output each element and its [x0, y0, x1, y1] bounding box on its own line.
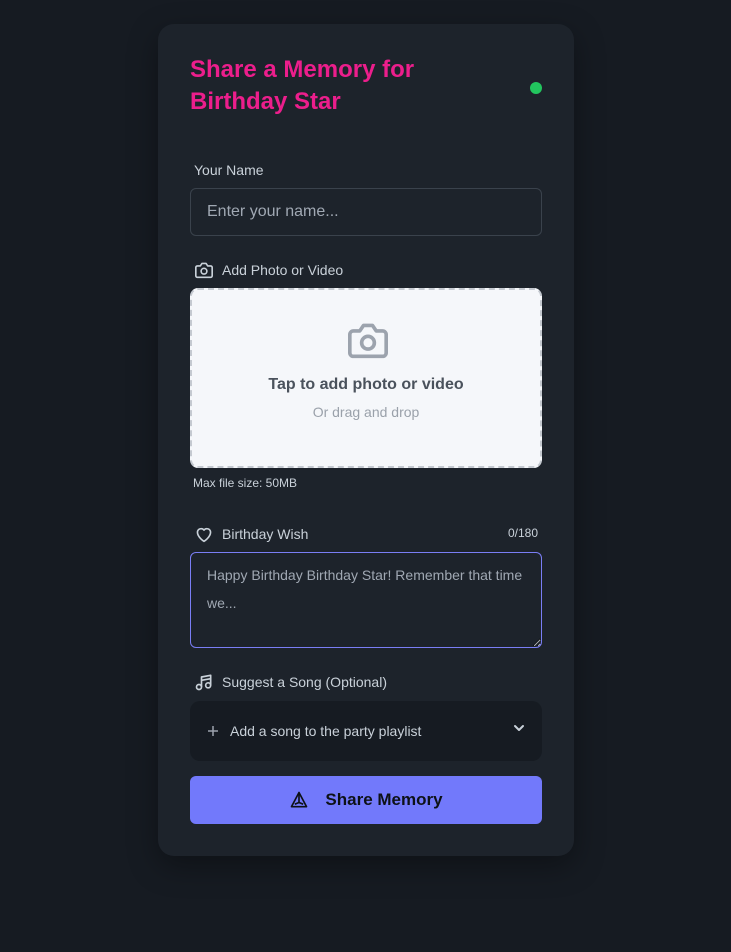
media-dropzone[interactable]: Tap to add photo or video Or drag and dr…	[190, 288, 542, 468]
wish-textarea[interactable]	[190, 552, 542, 648]
name-label: Your Name	[194, 160, 264, 180]
online-status-indicator	[530, 82, 542, 94]
song-label-text: Suggest a Song (Optional)	[222, 674, 387, 690]
camera-icon	[346, 320, 390, 360]
camera-icon	[194, 260, 214, 280]
chevron-down-icon	[512, 721, 526, 738]
max-file-size-note: Max file size: 50MB	[193, 476, 298, 490]
add-song-label: Add a song to the party playlist	[230, 723, 422, 739]
music-note-icon	[194, 672, 214, 692]
wish-label: Birthday Wish	[194, 524, 308, 544]
media-label-text: Add Photo or Video	[222, 262, 344, 278]
add-song-dropdown[interactable]: Add a song to the party playlist	[190, 701, 542, 761]
media-label: Add Photo or Video	[194, 260, 343, 280]
dropzone-title: Tap to add photo or video	[268, 376, 464, 393]
share-memory-button[interactable]: Share Memory	[190, 776, 542, 824]
memory-card: Share a Memory for Birthday Star Your Na…	[158, 24, 574, 856]
plus-icon	[206, 724, 220, 738]
share-memory-label: Share Memory	[325, 790, 443, 809]
page-title: Share a Memory for Birthday Star	[190, 56, 415, 115]
dropzone-subtitle: Or drag and drop	[312, 404, 420, 420]
send-icon	[289, 790, 309, 810]
name-input[interactable]	[190, 188, 542, 236]
wish-label-text: Birthday Wish	[222, 526, 309, 542]
name-label-text: Your Name	[194, 162, 264, 178]
wish-character-counter: 0/180	[507, 526, 538, 540]
song-label: Suggest a Song (Optional)	[194, 672, 387, 692]
heart-icon	[194, 524, 214, 544]
